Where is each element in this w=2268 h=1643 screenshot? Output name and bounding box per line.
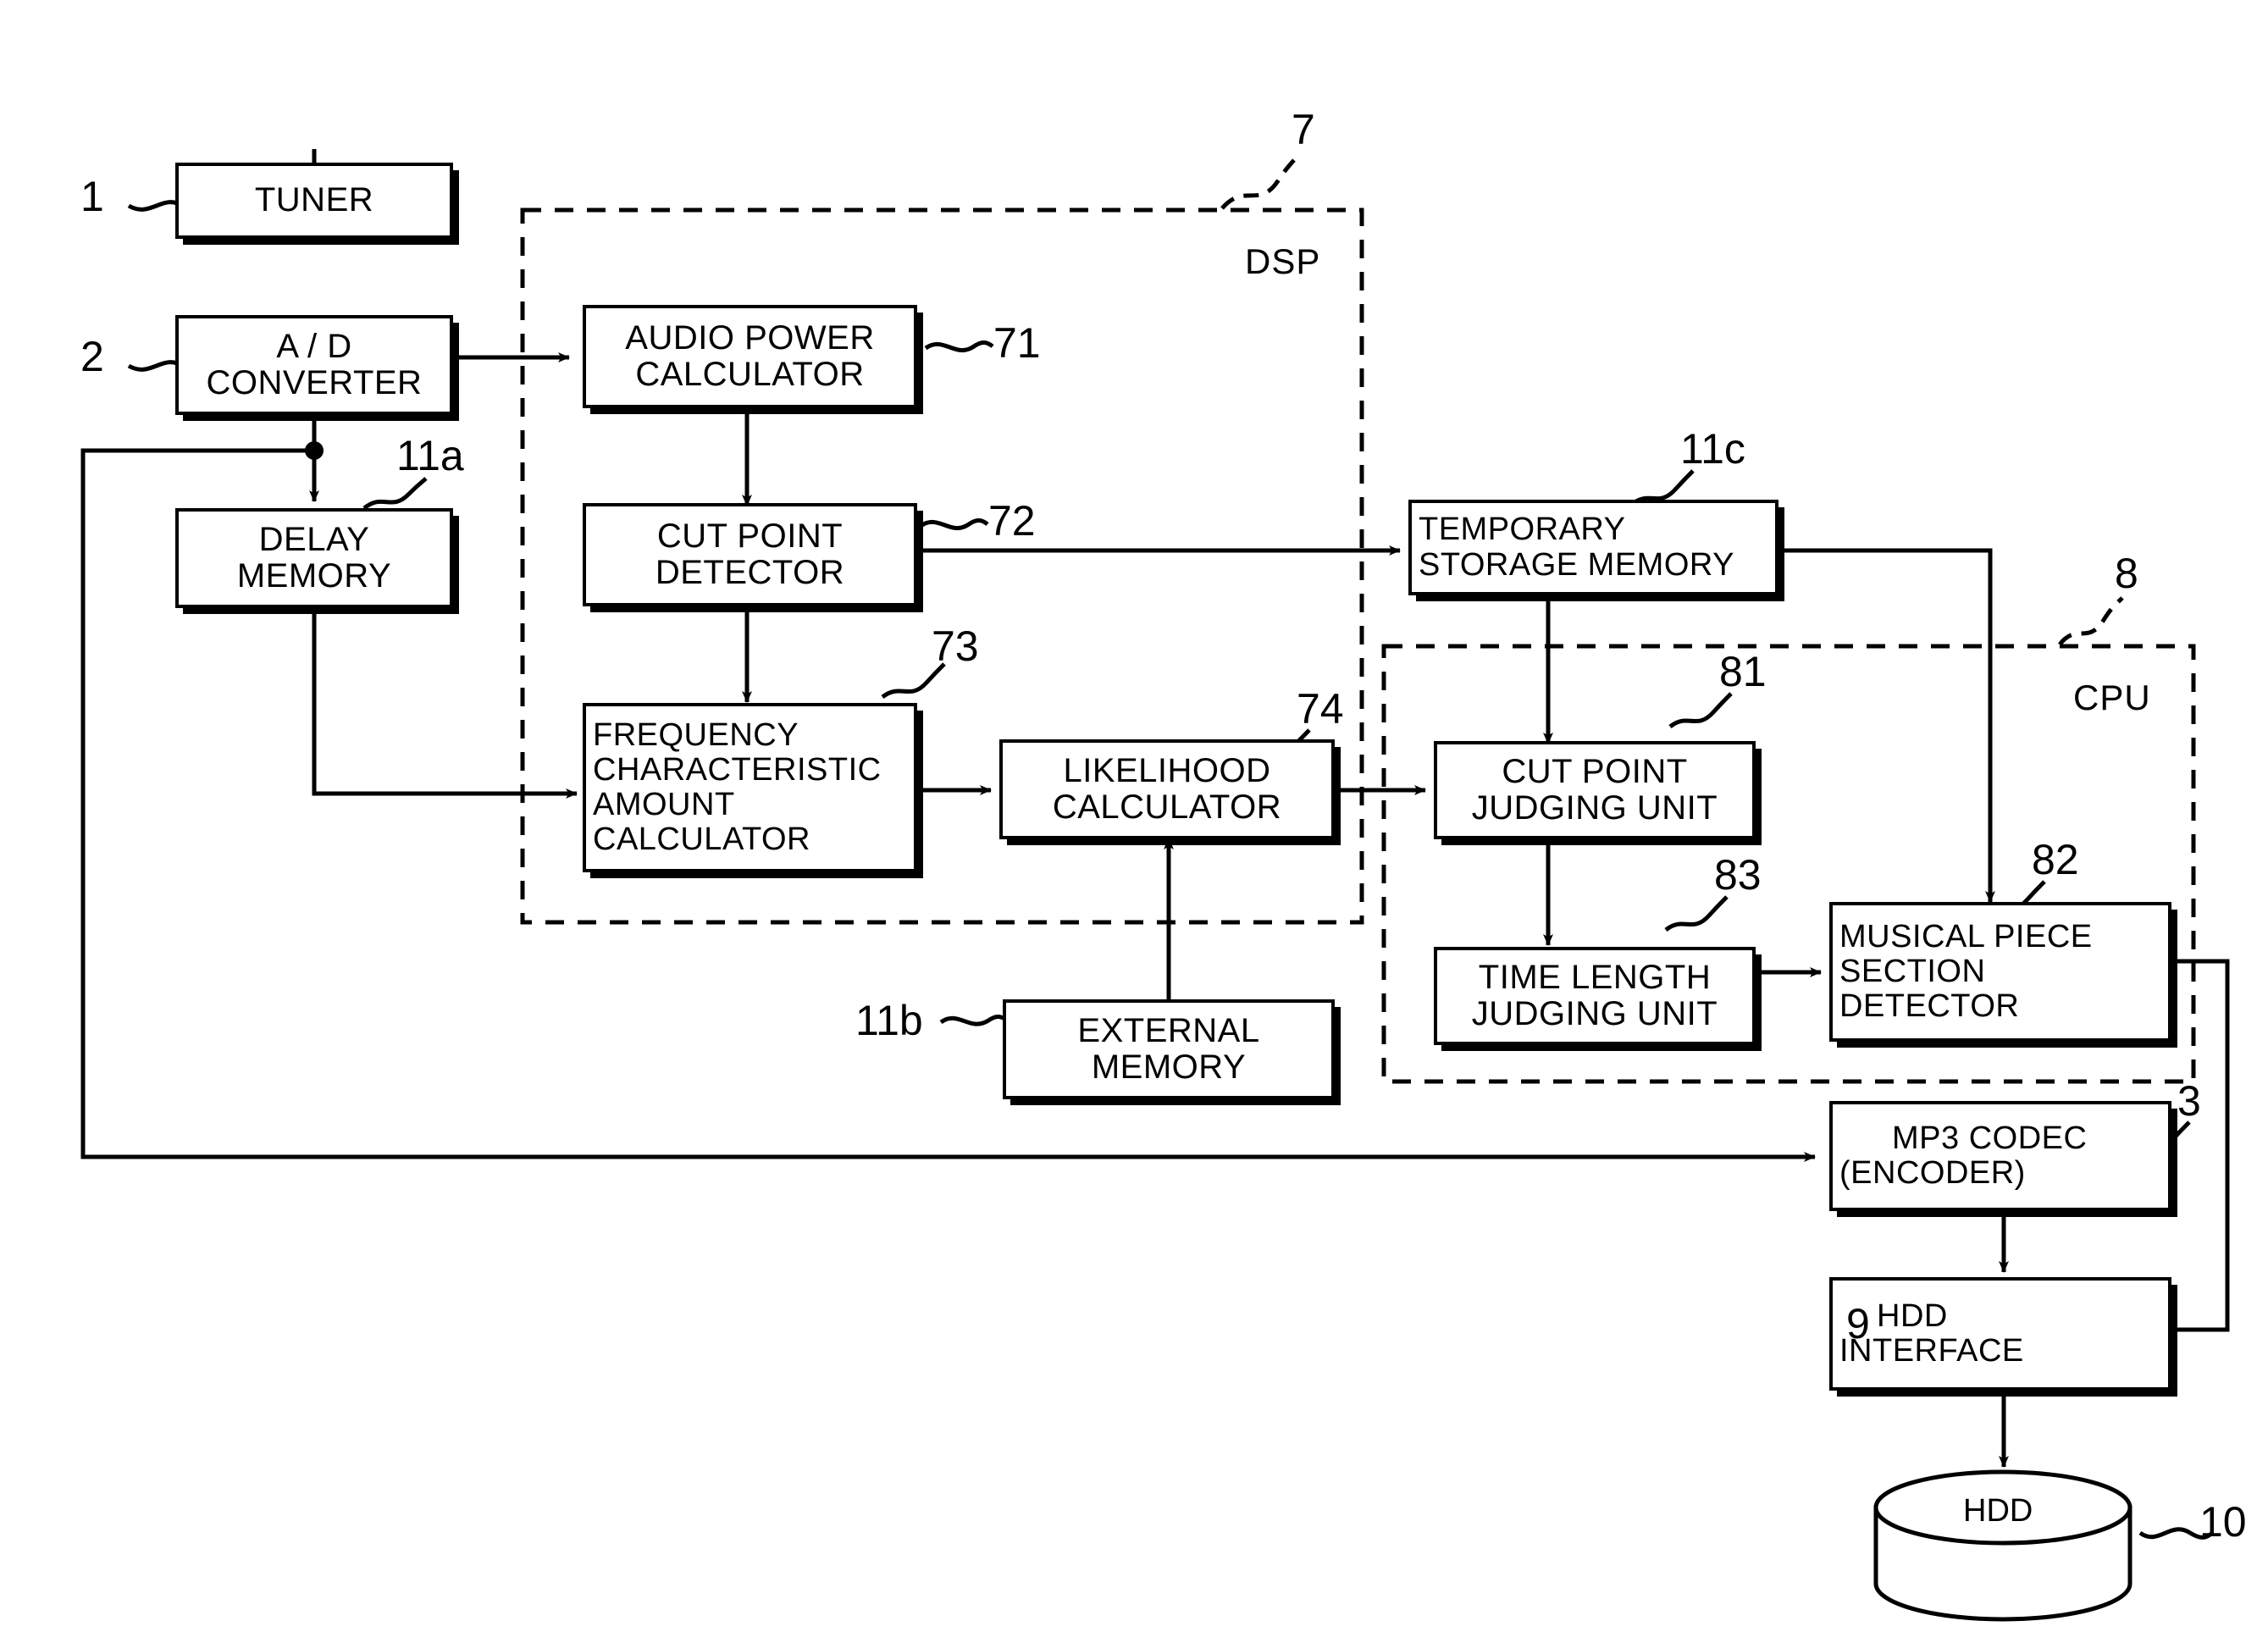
block-freqchar-line-3: CALCULATOR [593, 822, 810, 858]
block-freqchar-line-0: FREQUENCY [593, 716, 799, 753]
block-delay-memory-line-1: MEMORY [236, 557, 392, 595]
link-tempmem-musicsect [1778, 548, 1995, 903]
block-likelihood-calculator-line-0: LIKELIHOOD [1063, 751, 1271, 789]
leader-11b [939, 1015, 1009, 1026]
block-time-length-judging-unit[interactable]: TIME LENGTH JUDGING UNIT [1434, 947, 1756, 1045]
block-ad-converter-line-0: A / D [276, 327, 352, 365]
ref-82: 82 [2032, 836, 2079, 883]
block-freqchar-line-1: CHARACTERISTIC [593, 751, 882, 788]
ref-81: 81 [1719, 648, 1767, 695]
ref-9: 9 [1846, 1300, 1870, 1347]
block-tuner-line-0: TUNER [254, 181, 374, 219]
block-external-memory-line-0: EXTERNAL [1077, 1011, 1260, 1049]
block-hdd-interface[interactable]: HDD INTERFACE [1829, 1277, 2171, 1391]
block-tuner[interactable]: TUNER [175, 163, 453, 239]
block-cut-point-judging-unit-line-1: JUDGING UNIT [1471, 789, 1718, 827]
ref-83: 83 [1714, 851, 1762, 899]
block-audio-power-calculator-line-1: CALCULATOR [635, 356, 865, 393]
block-musical-piece-section-detector-line-0: MUSICAL PIECE [1839, 918, 2093, 954]
ref-8: 8 [2115, 550, 2138, 597]
block-audio-power-calculator[interactable]: AUDIO POWER CALCULATOR [583, 305, 917, 408]
block-mp3-codec[interactable]: MP3 CODEC (ENCODER) [1829, 1101, 2171, 1211]
block-musical-piece-section-detector-line-2: DETECTOR [1839, 988, 2020, 1025]
leader-81 [1668, 692, 1733, 729]
block-delay-memory[interactable]: DELAY MEMORY [175, 508, 453, 608]
block-hdd-label: HDD [1963, 1493, 2033, 1530]
region-label-cpu: CPU [2073, 678, 2151, 717]
block-musical-piece-section-detector-line-1: SECTION [1839, 953, 1986, 989]
ref-7: 7 [1292, 106, 1315, 153]
block-time-length-judging-unit-line-0: TIME LENGTH [1478, 958, 1712, 996]
block-external-memory-line-1: MEMORY [1091, 1048, 1247, 1086]
leader-11a [362, 477, 428, 511]
leader-72 [919, 518, 989, 531]
ref-72: 72 [988, 497, 1036, 545]
block-audio-power-calculator-line-0: AUDIO POWER [625, 318, 875, 357]
region-label-dsp: DSP [1245, 241, 1321, 281]
block-delay-memory-line-0: DELAY [258, 520, 370, 558]
ref-11a: 11a [396, 432, 464, 479]
block-mp3-codec-line-1: (ENCODER) [1839, 1155, 2026, 1191]
block-temporary-storage-memory-line-1: STORAGE MEMORY [1419, 546, 1734, 583]
block-cut-point-judging-unit[interactable]: CUT POINT JUDGING UNIT [1434, 741, 1756, 839]
patent-block-diagram: TUNER A / D CONVERTER DELAY MEMORY AUDIO… [0, 0, 2268, 1643]
ref-71: 71 [993, 319, 1041, 367]
block-musical-piece-section-detector[interactable]: MUSICAL PIECE SECTION DETECTOR [1829, 902, 2171, 1042]
block-ad-converter[interactable]: A / D CONVERTER [175, 315, 453, 415]
block-external-memory[interactable]: EXTERNAL MEMORY [1003, 999, 1335, 1099]
leader-7 [1220, 152, 1301, 210]
ref-3: 3 [2177, 1077, 2201, 1125]
block-cut-point-judging-unit-line-0: CUT POINT [1502, 752, 1688, 790]
leader-71 [924, 340, 994, 353]
block-freqchar-line-2: AMOUNT [593, 787, 735, 822]
block-likelihood-calculator[interactable]: LIKELIHOOD CALCULATOR [999, 739, 1335, 839]
block-cut-point-detector[interactable]: CUT POINT DETECTOR [583, 503, 917, 606]
block-ad-converter-line-1: CONVERTER [206, 364, 423, 401]
block-time-length-judging-unit-line-1: JUDGING UNIT [1471, 995, 1718, 1032]
block-likelihood-calculator-line-1: CALCULATOR [1052, 788, 1282, 826]
block-frequency-characteristic-amount-calculator[interactable]: FREQUENCY CHARACTERISTIC AMOUNT CALCULAT… [583, 703, 917, 872]
ref-74: 74 [1297, 685, 1344, 733]
block-hdd-line-0: HDD [1963, 1493, 2033, 1529]
ref-11c: 11c [1680, 425, 1745, 473]
leader-8 [2058, 596, 2124, 646]
block-cut-point-detector-line-0: CUT POINT [656, 517, 844, 555]
ref-11b: 11b [855, 997, 923, 1044]
block-mp3-codec-line-0: MP3 CODEC [1892, 1120, 2088, 1156]
block-temporary-storage-memory[interactable]: TEMPORARY STORAGE MEMORY [1408, 500, 1778, 595]
block-cut-point-detector-line-1: DETECTOR [655, 554, 845, 591]
ref-2: 2 [80, 333, 104, 380]
ref-1: 1 [80, 173, 104, 220]
ref-10: 10 [2199, 1498, 2247, 1546]
block-temporary-storage-memory-line-0: TEMPORARY [1419, 512, 1626, 548]
leader-83 [1664, 895, 1729, 932]
link-delay-freqchar [312, 585, 578, 799]
ref-73: 73 [932, 622, 979, 670]
